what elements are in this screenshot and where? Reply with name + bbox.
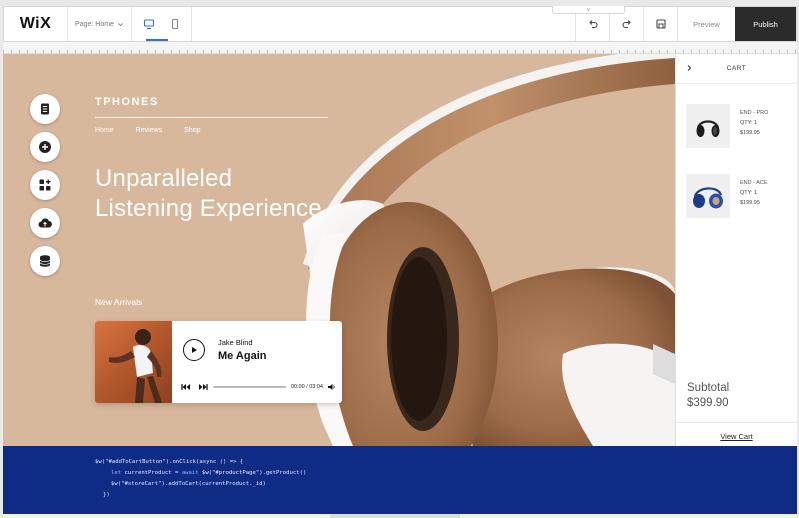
cart-item-name: END - PRO bbox=[740, 110, 769, 116]
cart-item-qty: QTY: 1 bbox=[740, 120, 758, 126]
product-thumbnail bbox=[686, 104, 730, 148]
code-line-4: }) bbox=[103, 492, 110, 498]
code-panel-resize-handle[interactable] bbox=[330, 514, 460, 518]
wix-logo[interactable]: WiX bbox=[4, 7, 68, 41]
volume-icon[interactable] bbox=[327, 383, 336, 391]
view-cart-link[interactable]: View Cart bbox=[676, 432, 797, 441]
preview-button[interactable]: Preview bbox=[677, 7, 735, 41]
cart-title: CART bbox=[726, 65, 747, 72]
nav-item-home[interactable]: Home bbox=[95, 127, 114, 134]
chevron-right-icon[interactable] bbox=[685, 64, 693, 72]
horizontal-ruler bbox=[3, 42, 797, 54]
new-arrivals-label: New Arrivals bbox=[95, 297, 143, 307]
mobile-view-button[interactable] bbox=[169, 18, 181, 30]
hero-headline-line1: Unparalleled bbox=[95, 165, 233, 192]
cart-item-price: $199.95 bbox=[740, 130, 760, 136]
site-brand[interactable]: TPHONES bbox=[95, 96, 159, 108]
headphones-black-icon bbox=[696, 120, 720, 137]
headphones-blue-icon bbox=[693, 187, 723, 209]
brand-divider bbox=[95, 117, 328, 118]
cloud-upload-icon bbox=[38, 218, 52, 228]
save-button[interactable] bbox=[643, 7, 677, 41]
cart-item-name: END - ACE bbox=[740, 180, 768, 186]
previous-track-icon[interactable] bbox=[181, 383, 191, 391]
cart-panel: CART END - PRO QTY: 1 $199.95 END - ACE … bbox=[675, 54, 797, 446]
page-selector-label: Page: Home bbox=[75, 20, 114, 28]
subtotal-value: $399.90 bbox=[687, 397, 729, 409]
mobile-icon bbox=[171, 18, 178, 30]
play-button[interactable] bbox=[183, 339, 205, 361]
hero-headline: Unparalleled Listening Experience bbox=[95, 164, 355, 224]
cart-divider bbox=[676, 422, 797, 423]
hero-headline-line2: Listening Experience bbox=[95, 195, 322, 222]
track-time: 00:00 / 03:04 bbox=[290, 384, 323, 390]
database-icon bbox=[39, 255, 51, 267]
runner-image bbox=[109, 329, 162, 403]
album-cover-image bbox=[95, 321, 172, 403]
pages-icon bbox=[41, 103, 49, 115]
chevron-down-icon bbox=[118, 22, 123, 26]
site-nav: Home Reviews Shop bbox=[95, 127, 201, 134]
redo-icon bbox=[621, 20, 631, 29]
handle-chevron: v bbox=[587, 6, 590, 13]
code-keyword-await: await bbox=[181, 470, 199, 476]
device-switcher bbox=[132, 7, 192, 41]
add-element-button[interactable] bbox=[30, 132, 60, 162]
code-panel[interactable]: $w("#addToCartButton").onClick(async () … bbox=[3, 446, 797, 514]
next-track-icon[interactable] bbox=[198, 383, 208, 391]
pages-menu-button[interactable] bbox=[30, 94, 60, 124]
subtotal-label: Subtotal bbox=[687, 382, 730, 394]
cart-item-qty: QTY: 1 bbox=[740, 190, 758, 196]
cart-item[interactable]: END - PRO QTY: 1 $199.95 bbox=[686, 104, 792, 148]
undo-icon bbox=[588, 20, 598, 29]
editor-side-toolbar bbox=[30, 94, 60, 276]
cart-header: CART bbox=[676, 54, 797, 84]
topbar-collapse-handle[interactable]: v bbox=[552, 6, 625, 14]
site-canvas: TPHONES Home Reviews Shop Unparalleled L… bbox=[3, 54, 675, 446]
add-apps-button[interactable] bbox=[30, 170, 60, 200]
nav-item-reviews[interactable]: Reviews bbox=[136, 127, 162, 134]
page-selector[interactable]: Page: Home bbox=[68, 7, 132, 41]
desktop-icon bbox=[143, 19, 154, 30]
cart-item-info: END - PRO QTY: 1 $199.95 bbox=[740, 108, 768, 138]
code-line-1: $w("#addToCartButton").onClick(async () … bbox=[95, 459, 244, 465]
play-icon bbox=[192, 347, 197, 353]
cart-item-info: END - ACE QTY: 1 $199.95 bbox=[740, 178, 768, 208]
code-keyword-let: let bbox=[111, 470, 122, 476]
publish-button[interactable]: Publish bbox=[735, 7, 796, 41]
apps-icon bbox=[39, 179, 51, 191]
database-button[interactable] bbox=[30, 246, 60, 276]
cart-item[interactable]: END - ACE QTY: 1 $199.95 bbox=[686, 174, 792, 218]
active-device-indicator bbox=[146, 39, 168, 41]
editor-topbar: WiX Page: Home v Preview Publish bbox=[3, 6, 797, 42]
desktop-view-button[interactable] bbox=[143, 18, 155, 30]
code-line-2: let currentProduct = await $w("#productP… bbox=[111, 470, 306, 476]
nav-item-shop[interactable]: Shop bbox=[184, 127, 200, 134]
product-thumbnail bbox=[686, 174, 730, 218]
code-line-2-rest: $w("#productPage").getProduct() bbox=[198, 470, 307, 476]
topbar-spacer: v bbox=[192, 6, 625, 41]
music-player: Jake Blind Me Again 00:00 / 03:04 bbox=[95, 321, 342, 403]
player-controls: 00:00 / 03:04 bbox=[181, 382, 336, 392]
cart-item-price: $199.95 bbox=[740, 200, 760, 206]
artist-name: Jake Blind bbox=[218, 338, 253, 347]
media-upload-button[interactable] bbox=[30, 208, 60, 238]
save-icon bbox=[655, 19, 666, 29]
track-progress-bar[interactable] bbox=[213, 386, 286, 388]
track-title: Me Again bbox=[218, 350, 267, 362]
code-line-3: $w("#storeCart").addToCart(currentProduc… bbox=[111, 481, 266, 487]
plus-icon bbox=[39, 141, 51, 153]
code-line-2-mid: currentProduct = bbox=[121, 470, 182, 476]
